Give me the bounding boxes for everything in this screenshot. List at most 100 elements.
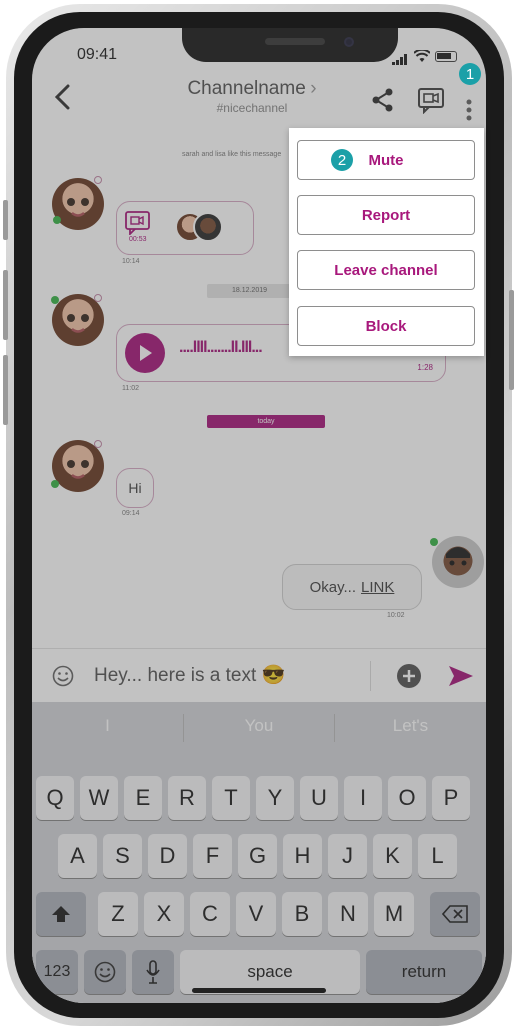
outgoing-message-bubble[interactable]: Okay... LINK <box>282 564 422 610</box>
own-avatar[interactable] <box>432 536 484 588</box>
date-separator: 18.12.2019 <box>207 284 292 298</box>
video-chat-icon <box>418 88 444 115</box>
dictation-key[interactable] <box>132 950 174 994</box>
keyboard: I You Let's Q W E R T Y U I O P A S D F … <box>32 702 486 1003</box>
person-photo-icon <box>446 547 470 566</box>
suggestion-item[interactable]: You <box>184 716 334 736</box>
key[interactable]: C <box>190 892 230 936</box>
share-icon <box>372 88 393 112</box>
menu-item-label: Mute <box>368 151 404 169</box>
message-time: 09:14 <box>122 510 140 517</box>
speaker <box>265 38 325 45</box>
video-call-button[interactable] <box>417 86 445 119</box>
send-icon <box>449 666 473 686</box>
annotation-badge: 1 <box>459 63 481 85</box>
notch <box>182 28 398 62</box>
key[interactable]: Q <box>36 776 74 820</box>
volume-down-button <box>3 355 8 425</box>
front-camera <box>344 37 354 47</box>
status-time: 09:41 <box>77 46 118 63</box>
play-button[interactable] <box>125 333 165 373</box>
key[interactable]: W <box>80 776 118 820</box>
numbers-key[interactable]: 123 <box>36 950 78 994</box>
verified-icon <box>94 294 102 302</box>
backspace-key[interactable] <box>430 892 480 936</box>
menu-item-label: Leave channel <box>334 261 438 279</box>
shift-key[interactable] <box>36 892 86 936</box>
key[interactable]: F <box>193 834 232 878</box>
return-key[interactable]: return <box>366 950 482 994</box>
mute-menu-item[interactable]: Mute <box>297 140 475 180</box>
key[interactable]: V <box>236 892 276 936</box>
more-options-button[interactable] <box>464 88 474 122</box>
message-input-text: Hey... here is a text <box>94 665 257 686</box>
key[interactable]: T <box>212 776 250 820</box>
incoming-message-bubble[interactable]: Hi <box>116 468 154 508</box>
key[interactable]: I <box>344 776 382 820</box>
chevron-left-icon <box>54 84 70 110</box>
leave-channel-menu-item[interactable]: Leave channel <box>297 250 475 290</box>
verified-icon <box>94 440 102 448</box>
message-link[interactable]: LINK <box>361 579 394 596</box>
emoji-key[interactable] <box>84 950 126 994</box>
key[interactable]: H <box>283 834 322 878</box>
key[interactable]: L <box>418 834 457 878</box>
volume-up-button <box>3 270 8 340</box>
composer-bar: Hey... here is a text 😎 <box>32 648 486 702</box>
key[interactable]: O <box>388 776 426 820</box>
key[interactable]: G <box>238 834 277 878</box>
key-row-1: Q W E R T Y U I O P <box>36 776 482 820</box>
power-button <box>509 290 514 390</box>
message-input[interactable]: Hey... here is a text 😎 <box>94 663 285 687</box>
key[interactable]: R <box>168 776 206 820</box>
options-menu: Mute Report Leave channel Block <box>289 128 484 356</box>
channel-name: Channelname <box>187 78 306 99</box>
key[interactable]: N <box>328 892 368 936</box>
block-menu-item[interactable]: Block <box>297 306 475 346</box>
shift-arrow-icon <box>52 906 70 922</box>
message-text: Okay... <box>309 578 357 596</box>
key[interactable]: A <box>58 834 97 878</box>
share-button[interactable] <box>372 88 394 117</box>
key[interactable]: M <box>374 892 414 936</box>
signal-icon <box>392 52 408 70</box>
chevron-right-icon: › <box>310 78 317 99</box>
key[interactable]: P <box>432 776 470 820</box>
report-menu-item[interactable]: Report <box>297 195 475 235</box>
key[interactable]: Y <box>256 776 294 820</box>
online-status-icon <box>430 538 438 546</box>
menu-item-label: Block <box>365 317 407 335</box>
key[interactable]: X <box>144 892 184 936</box>
smiley-icon <box>52 665 74 687</box>
suggestion-item[interactable]: I <box>32 716 183 736</box>
key-row-2: A S D F G H J K L <box>58 834 460 878</box>
annotation-badge: 2 <box>331 149 353 171</box>
emoji-button[interactable] <box>52 665 74 692</box>
key[interactable]: B <box>282 892 322 936</box>
play-icon <box>140 345 152 361</box>
backspace-icon <box>442 905 468 923</box>
composer-divider <box>370 661 371 691</box>
kebab-menu-icon <box>466 99 472 121</box>
plus-icon <box>403 670 415 682</box>
channel-tag: #nicechannel <box>216 101 288 115</box>
send-button[interactable] <box>448 664 474 693</box>
media-message-bubble[interactable]: 00:53 <box>116 201 254 255</box>
key[interactable]: J <box>328 834 367 878</box>
message-time: 11:02 <box>122 385 139 392</box>
battery-icon <box>435 51 457 62</box>
add-attachment-button[interactable] <box>397 664 421 688</box>
key[interactable]: D <box>148 834 187 878</box>
menu-item-label: Report <box>361 206 411 224</box>
back-button[interactable] <box>54 84 70 115</box>
key[interactable]: U <box>300 776 338 820</box>
verified-icon <box>94 176 102 184</box>
message-time: 10:14 <box>122 258 140 265</box>
key[interactable]: S <box>103 834 142 878</box>
key[interactable]: Z <box>98 892 138 936</box>
key-row-3: Z X C V B N M <box>98 892 420 936</box>
channel-title[interactable]: Channelname › #nicechannel <box>152 78 352 115</box>
key[interactable]: E <box>124 776 162 820</box>
suggestion-item[interactable]: Let's <box>335 716 486 736</box>
key[interactable]: K <box>373 834 412 878</box>
